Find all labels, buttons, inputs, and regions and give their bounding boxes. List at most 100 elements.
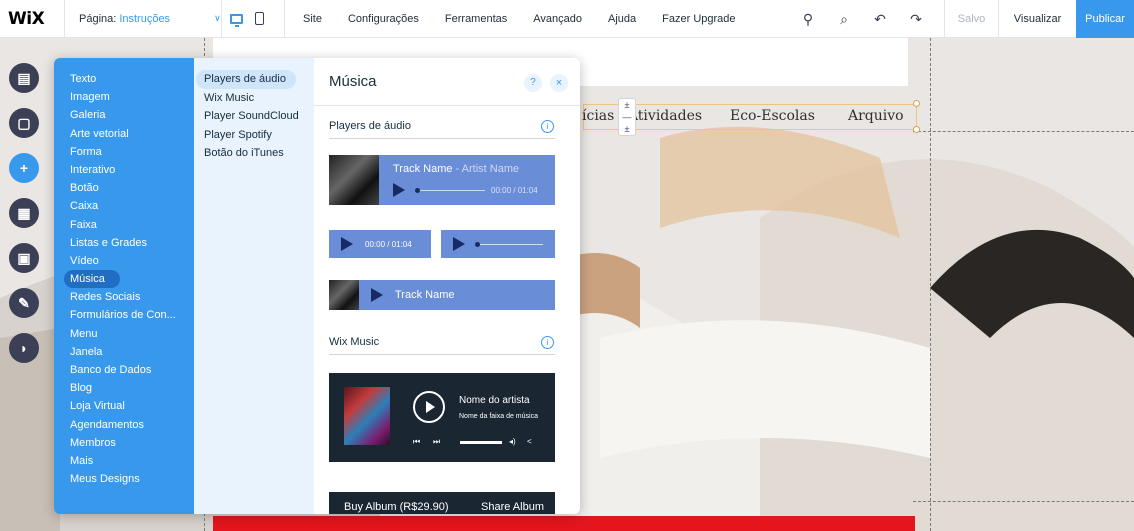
play-icon[interactable]	[453, 237, 465, 251]
category-item[interactable]: Faixa	[70, 216, 194, 234]
category-item[interactable]: Mais	[70, 452, 194, 470]
play-icon[interactable]	[393, 183, 405, 197]
share-album-button[interactable]: Share Album	[481, 501, 544, 513]
stretch-handle-icon[interactable]: ± ― ±	[618, 98, 636, 136]
mobile-icon[interactable]	[255, 12, 264, 25]
category-item[interactable]: Janela	[70, 343, 194, 361]
redo-icon[interactable]: ↷	[908, 11, 924, 28]
undo-icon[interactable]: ↶	[872, 11, 888, 28]
chat-icon[interactable]: ◗	[9, 333, 39, 363]
time-label: 00:00 / 01:04	[491, 186, 538, 195]
subcategory-item[interactable]: Player Spotify	[204, 126, 314, 145]
category-item[interactable]: Botão	[70, 179, 194, 197]
pages-icon[interactable]: ▤	[9, 63, 39, 93]
play-circle-icon[interactable]	[413, 391, 445, 423]
audio-player-strip[interactable]: Track Name	[329, 280, 555, 310]
red-footer-strip	[213, 516, 915, 531]
panel-content: Música ? × Players de áudio i Track Name…	[314, 58, 580, 514]
subcategory-item-selected[interactable]: Players de áudio	[196, 70, 296, 89]
category-item[interactable]: Galeria	[70, 106, 194, 124]
category-item[interactable]: Arte vetorial	[70, 125, 194, 143]
info-icon[interactable]: i	[541, 120, 554, 133]
track-name: Track Name	[395, 289, 455, 301]
section-title: Wix Music	[329, 336, 380, 348]
category-item[interactable]: Interativo	[70, 161, 194, 179]
category-item[interactable]: Caixa	[70, 197, 194, 215]
progress-bar[interactable]	[475, 242, 543, 247]
blog-icon[interactable]: ✎	[9, 288, 39, 318]
buy-album-button[interactable]: Buy Album (R$29.90)	[344, 501, 449, 513]
category-item[interactable]: Texto	[70, 70, 194, 88]
close-icon[interactable]: ×	[550, 74, 568, 92]
collaborators-icon[interactable]: ⚲	[800, 11, 816, 28]
category-item[interactable]: Loja Virtual	[70, 397, 194, 415]
album-cover	[344, 387, 390, 445]
category-item[interactable]: Banco de Dados	[70, 361, 194, 379]
resize-handle[interactable]	[913, 126, 920, 133]
add-apps-icon[interactable]: ▦	[9, 198, 39, 228]
category-item[interactable]: Membros	[70, 434, 194, 452]
wix-music-player[interactable]: Nome do artista Nome da faixa de música …	[329, 373, 555, 462]
desktop-icon[interactable]	[230, 13, 243, 27]
category-list: Texto Imagem Galeria Arte vetorial Forma…	[54, 58, 194, 514]
info-icon[interactable]: i	[541, 336, 554, 349]
artist-name: Nome do artista	[459, 395, 530, 406]
site-nav-item[interactable]: Arquivo	[848, 108, 904, 124]
category-item[interactable]: Vídeo	[70, 252, 194, 270]
page-value: Instruções	[119, 12, 171, 25]
background-icon[interactable]: ▢	[9, 108, 39, 138]
grid-guide-right	[930, 38, 931, 531]
publish-button[interactable]: Publicar	[1076, 0, 1134, 38]
audio-player-full[interactable]: Track Name - Artist Name 00:00 / 01:04	[329, 155, 555, 205]
editor-topbar: WiX Página: Instruções ∨ Site Configuraç…	[0, 0, 1134, 38]
zoom-icon[interactable]: ⌕	[836, 11, 852, 28]
category-item[interactable]: Menu	[70, 325, 194, 343]
category-item[interactable]: Redes Sociais	[70, 288, 194, 306]
site-nav-item[interactable]: ícias / Atividades	[582, 108, 702, 124]
play-icon[interactable]	[371, 288, 383, 302]
previous-icon[interactable]: ⏮	[413, 437, 420, 447]
category-item-selected[interactable]: Música	[64, 270, 120, 289]
media-icon[interactable]: ▣	[9, 243, 39, 273]
preview-button[interactable]: Visualizar	[998, 0, 1076, 38]
subcategory-item[interactable]: Wix Music	[204, 89, 314, 108]
menu-advanced[interactable]: Avançado	[533, 13, 582, 25]
device-switcher	[222, 0, 284, 38]
menu-help[interactable]: Ajuda	[608, 13, 636, 25]
category-item[interactable]: Agendamentos	[70, 416, 194, 434]
progress-bar[interactable]	[415, 188, 485, 193]
menu-upgrade[interactable]: Fazer Upgrade	[662, 13, 735, 25]
category-item[interactable]: Imagem	[70, 88, 194, 106]
page-selector[interactable]: Página: Instruções ∨	[64, 0, 222, 38]
menu-site[interactable]: Site	[303, 13, 322, 25]
progress-bar[interactable]	[460, 441, 502, 444]
category-item[interactable]: Listas e Grades	[70, 234, 194, 252]
next-icon[interactable]: ⏭	[433, 437, 440, 447]
subcategory-item[interactable]: Player SoundCloud	[204, 107, 314, 126]
add-icon[interactable]: +	[9, 153, 39, 183]
saved-status: Salvo	[944, 0, 998, 38]
top-menu: Site Configurações Ferramentas Avançado …	[284, 0, 762, 38]
category-item[interactable]: Meus Designs	[70, 470, 194, 488]
wix-logo: WiX	[8, 8, 45, 29]
buy-album-bar: Buy Album (R$29.90) Share Album	[329, 492, 555, 514]
category-item[interactable]: Forma	[70, 143, 194, 161]
subcategory-list: Players de áudio Wix Music Player SoundC…	[194, 58, 314, 514]
site-nav-item[interactable]: Eco-Escolas	[730, 108, 815, 124]
audio-player-minimal[interactable]	[441, 230, 555, 258]
page-label: Página:	[79, 12, 117, 25]
subcategory-item[interactable]: Botão do iTunes	[204, 144, 314, 163]
menu-tools[interactable]: Ferramentas	[445, 13, 507, 25]
section-divider	[329, 354, 555, 355]
menu-settings[interactable]: Configurações	[348, 13, 419, 25]
play-icon[interactable]	[341, 237, 353, 251]
resize-handle[interactable]	[913, 100, 920, 107]
help-icon[interactable]: ?	[524, 74, 542, 92]
share-icon[interactable]: <	[527, 437, 532, 446]
volume-icon[interactable]: ◂)	[509, 437, 516, 446]
category-item[interactable]: Blog	[70, 379, 194, 397]
audio-player-compact[interactable]: 00:00 / 01:04	[329, 230, 431, 258]
cover-thumbnail	[329, 155, 379, 205]
section-divider	[329, 138, 555, 139]
category-item[interactable]: Formulários de Con...	[70, 306, 194, 324]
